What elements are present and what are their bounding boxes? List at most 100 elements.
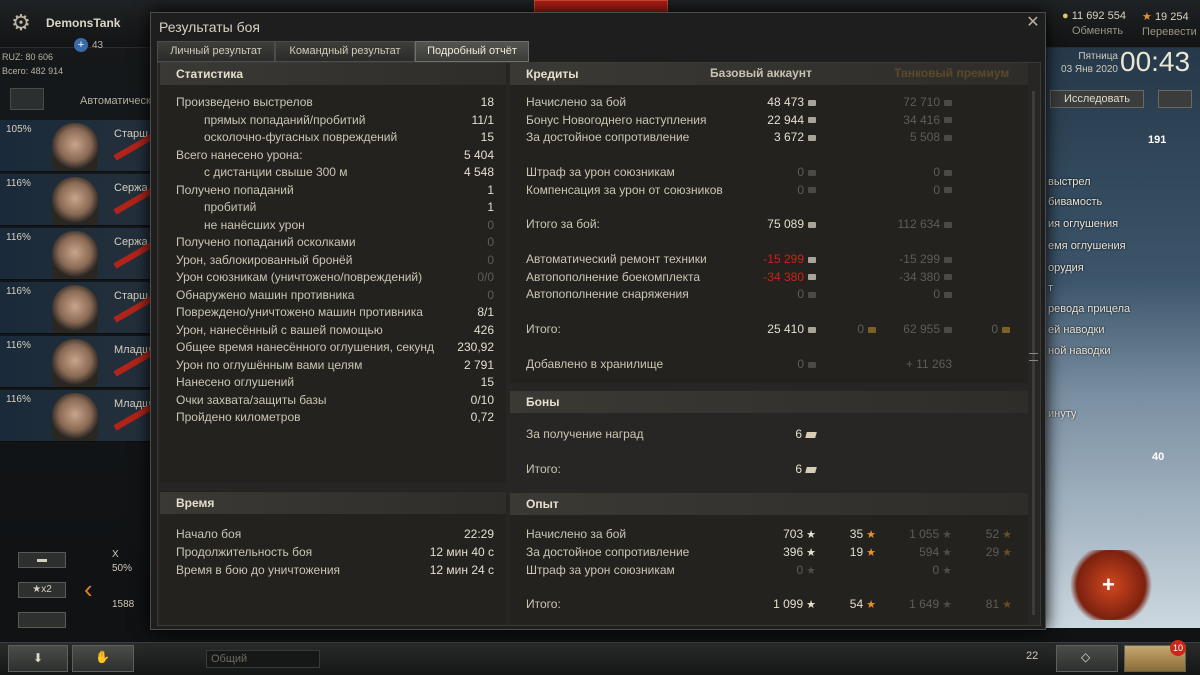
crew-skill: 116% <box>6 394 31 405</box>
time-row: Начало боя 22:29 <box>176 526 494 543</box>
statistics-value: 5 404 <box>463 147 494 162</box>
credits-icon <box>808 221 816 228</box>
credits-base-amount: 25 410 <box>767 322 804 336</box>
credits-icon <box>808 361 816 368</box>
statistics-label: Очки захвата/защиты базы <box>176 392 327 407</box>
credits-icon <box>944 326 952 333</box>
time-header: Время <box>160 492 506 514</box>
crew-member-5[interactable]: 116% Младш <box>0 336 150 388</box>
statistics-label: Урон, нанесённый с вашей помощью <box>176 322 383 337</box>
detailed-report: Статистика Произведено выстрелов 18 прямых… <box>157 62 1041 626</box>
credits-icon <box>944 187 952 194</box>
gold-exchange-link[interactable]: Обменять <box>1062 25 1126 37</box>
crew-member-6[interactable]: 116% Младш <box>0 390 150 442</box>
free-xp-star-icon: ★ <box>1142 11 1152 23</box>
credits-premium-bonus: 0 <box>970 321 1010 338</box>
carousel-left-arrow-icon[interactable]: ‹ <box>84 574 93 605</box>
date: 03 Янв 2020 <box>1061 64 1118 75</box>
scrollbar[interactable] <box>1029 83 1039 623</box>
tab-personal[interactable]: Личный результат <box>157 41 275 62</box>
statistics-value: 0 <box>487 235 494 249</box>
date-block: Пятница 03 Янв 2020 <box>1052 50 1118 76</box>
crew-portrait <box>52 285 98 333</box>
credits-base-amount: 0 <box>797 182 804 197</box>
tab-detailed[interactable]: Подробный отчёт <box>415 41 529 62</box>
statistics-value: 0,72 <box>470 410 494 424</box>
statistics-row: Повреждено/уничтожено машин противника 8/… <box>176 304 494 321</box>
clan-button[interactable]: ◇ <box>1056 645 1118 672</box>
statistics-row: Урон, заблокированный бронёй 0 <box>176 252 494 269</box>
players-online-count: 22 <box>1026 650 1039 662</box>
credits-icon <box>808 256 816 263</box>
chat-input[interactable]: Общий <box>206 650 320 668</box>
premium-plus-icon[interactable]: + <box>74 38 88 52</box>
statistics-value: 8/1 <box>477 305 494 319</box>
crew-button[interactable] <box>10 88 44 110</box>
diamond-icon: ◇ <box>1081 650 1091 664</box>
free-xp-amount: 19 254 <box>1154 11 1189 23</box>
handshake-button[interactable]: ✋ <box>72 645 134 672</box>
player-name[interactable]: DemonsTank <box>46 16 120 30</box>
credits-base-amount: -15 299 <box>763 252 804 266</box>
experience-premium-free-amount: 29 <box>985 545 1000 559</box>
experience-free-value: 54 ★ <box>826 596 876 614</box>
statistics-row: Пройдено километров 0,72 <box>176 409 494 426</box>
xp-multiplier-filter-button[interactable]: ★x2 <box>18 582 66 598</box>
ruz-stat: RUZ: 80 606 <box>2 52 54 62</box>
shop-cart-button[interactable] <box>1158 90 1192 108</box>
close-icon[interactable]: ✕ <box>1024 14 1042 32</box>
credits-base-amount: 0 <box>797 357 804 371</box>
time-label: Продолжительность боя <box>176 545 313 559</box>
bonds-amount: 6 <box>795 427 802 441</box>
experience-premium-free-amount: 52 <box>985 527 1000 541</box>
crew-member-4[interactable]: 116% Старш <box>0 282 150 334</box>
tab-team[interactable]: Командный результат <box>275 41 415 62</box>
experience-premium-free-value: 81 ★ <box>962 596 1012 614</box>
statistics-value: 426 <box>473 322 494 337</box>
time-value: 12 мин 24 с <box>429 563 494 577</box>
statistics-value: 1 <box>487 182 494 197</box>
statistics-value: 11/1 <box>471 112 494 127</box>
credits-icon <box>944 256 952 263</box>
statistics-row: Всего нанесено урона: 5 404 <box>176 147 494 164</box>
module-line: т <box>1048 282 1054 294</box>
credits-premium-amount: 62 955 <box>903 322 940 336</box>
research-button[interactable]: Исследовать <box>1050 90 1144 108</box>
experience-free-amount: 35 <box>849 527 864 541</box>
service-button[interactable]: ⬇ <box>8 645 68 672</box>
camo-filter-button[interactable] <box>18 612 66 628</box>
credits-icon <box>944 221 952 228</box>
vehicle-type-filter-button[interactable]: ▬ <box>18 552 66 568</box>
credits-base-amount: -34 380 <box>763 269 804 284</box>
crew-member-3[interactable]: 116% Сержа <box>0 228 150 280</box>
tank-price: 1588 <box>112 599 135 610</box>
loot-box-icon[interactable]: + <box>1066 550 1156 620</box>
statistics-value: 1 <box>487 200 494 214</box>
time-label: Время в бою до уничтожения <box>176 563 341 577</box>
module-line: ной наводки <box>1048 345 1111 357</box>
statistics-label: Всего нанесено урона: <box>176 147 303 162</box>
settings-gear-icon[interactable]: ⚙ <box>8 10 34 36</box>
experience-free-amount: 54 <box>849 597 864 611</box>
credits-label: За достойное сопротивление <box>526 130 690 144</box>
statistics-value: 4 548 <box>463 165 494 179</box>
x2-label: x2 <box>41 584 52 595</box>
statistics-row: Урон, нанесённый с вашей помощью 426 <box>176 322 494 339</box>
xp-star-icon: ★ <box>806 529 816 541</box>
total-stat: Всего: 482 914 <box>2 66 64 76</box>
statistics-row: Общее время нанесённого оглушения, секун… <box>176 339 494 356</box>
bond-icon <box>805 466 817 473</box>
experience-base-amount: 0 <box>796 562 804 577</box>
crew-auto-label[interactable]: Автоматически <box>80 95 157 107</box>
crew-member-2[interactable]: 116% Сержа <box>0 174 150 226</box>
crew-member-1[interactable]: 105% Старш <box>0 120 150 172</box>
free-xp-wallet[interactable]: ★ 19 254 Перевести <box>1142 10 1197 38</box>
scrollbar-thumb[interactable] <box>1029 353 1038 361</box>
gold-wallet[interactable]: ● 11 692 554 Обменять <box>1062 10 1126 37</box>
module-line: инуту <box>1048 408 1077 420</box>
experience-base-amount: 396 <box>783 545 804 559</box>
credits-premium-amount: + 11 263 <box>905 357 952 371</box>
tank-carousel-item[interactable]: X 50% 1588 <box>112 548 134 612</box>
credits-base-value: 75 089 <box>696 216 816 233</box>
free-xp-convert-link[interactable]: Перевести <box>1142 26 1197 38</box>
